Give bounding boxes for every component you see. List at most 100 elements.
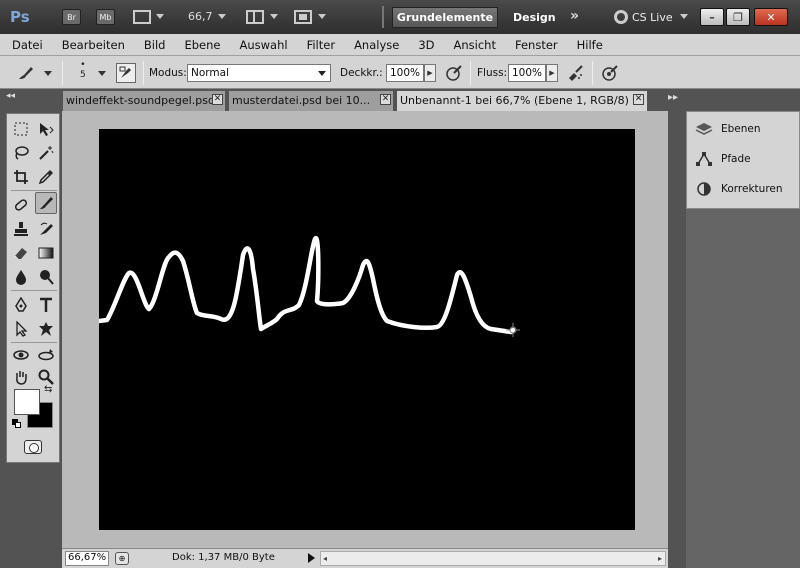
3d-rotate-icon[interactable] [10, 344, 32, 366]
tab-windeffekt[interactable]: windeffekt-soundpegel.psd [62, 90, 226, 111]
arrange-dropdown-icon[interactable] [270, 14, 278, 19]
blur-tool-icon[interactable] [10, 266, 32, 288]
move-tool-icon[interactable] [35, 118, 57, 140]
tools-collapse-icon[interactable]: ◂◂ [6, 91, 15, 101]
airbrush-icon[interactable] [566, 63, 586, 83]
scroll-right-icon[interactable]: ▸ [658, 554, 662, 563]
zoom-dropdown-icon[interactable] [218, 14, 226, 19]
view-extras-icon[interactable] [133, 10, 151, 24]
brush-picker[interactable]: • 5 [80, 60, 86, 80]
scroll-left-icon[interactable]: ◂ [323, 554, 327, 563]
3d-orbit-icon[interactable] [35, 344, 57, 366]
menu-bild[interactable]: Bild [144, 38, 166, 52]
tool-preset-dropdown-icon[interactable] [44, 71, 52, 76]
brush-size-value: 5 [80, 70, 86, 80]
deckkraft-label: Deckkr.: [340, 67, 383, 79]
quick-mask-button[interactable] [24, 440, 42, 454]
menu-fenster[interactable]: Fenster [515, 38, 558, 52]
adjustments-icon [697, 182, 711, 196]
deckkraft-slider-button[interactable]: ▶ [424, 64, 436, 82]
status-bar: 66,67% ⊕ Dok: 1,37 MB/0 Byte ◂ ▸ [62, 548, 668, 568]
brush-tool-icon[interactable] [35, 192, 57, 214]
menu-bearbeiten[interactable]: Bearbeiten [62, 38, 125, 52]
crop-tool-icon[interactable] [10, 166, 32, 188]
menu-auswahl[interactable]: Auswahl [239, 38, 287, 52]
workspace-more-icon[interactable]: » [570, 8, 579, 24]
menu-ansicht[interactable]: Ansicht [454, 38, 496, 52]
panels-expand-icon[interactable]: ▸▸ [668, 92, 678, 103]
tab-close-icon[interactable]: ✕ [633, 94, 644, 105]
cs-live-icon[interactable] [614, 10, 628, 24]
screen-mode-dropdown-icon[interactable] [318, 14, 326, 19]
pressure-opacity-icon[interactable] [444, 63, 464, 83]
tab-close-icon[interactable]: ✕ [380, 94, 391, 105]
minimize-button[interactable]: – [700, 8, 724, 26]
arrange-documents-icon[interactable] [246, 10, 264, 24]
pen-tool-icon[interactable] [10, 294, 32, 316]
status-info-icon[interactable]: ⊕ [115, 552, 129, 565]
custom-shape-icon[interactable] [35, 318, 57, 340]
foreground-color-swatch[interactable] [14, 389, 40, 415]
horizontal-scrollbar[interactable]: ◂ ▸ [320, 551, 666, 566]
magic-wand-icon[interactable] [35, 142, 57, 164]
minibridge-button[interactable]: Mb [96, 9, 115, 25]
panel-ebenen[interactable]: Ebenen [695, 118, 761, 140]
restore-button[interactable]: ❐ [726, 8, 750, 26]
dock-gap [668, 111, 686, 568]
eyedropper-icon[interactable] [35, 166, 57, 188]
cs-live-label[interactable]: CS Live [632, 11, 673, 24]
menu-hilfe[interactable]: Hilfe [577, 38, 603, 52]
path-selection-icon[interactable] [10, 318, 32, 340]
eraser-icon[interactable] [10, 242, 32, 264]
panel-pfade[interactable]: Pfade [695, 148, 751, 170]
hand-tool-icon[interactable] [10, 366, 32, 388]
clone-stamp-icon[interactable] [10, 218, 32, 240]
screen-mode-icon[interactable] [294, 10, 312, 24]
tool-preset-brush-icon[interactable] [16, 63, 36, 83]
healing-brush-icon[interactable] [10, 194, 32, 216]
panel-korrekturen[interactable]: Korrekturen [695, 178, 783, 200]
status-zoom-input[interactable]: 66,67% [65, 551, 109, 566]
tab-unbenannt[interactable]: Unbenannt-1 bei 66,7% (Ebene 1, RGB/8) * [396, 90, 648, 111]
photoshop-logo: Ps [10, 8, 30, 26]
bridge-button[interactable]: Br [62, 9, 81, 25]
tab-label: musterdatei.psd bei 10... [232, 94, 371, 107]
modus-select[interactable]: Normal [187, 64, 331, 82]
tab-musterdatei[interactable]: musterdatei.psd bei 10... [228, 90, 394, 111]
lasso-tool-icon[interactable] [10, 142, 32, 164]
marquee-tool-icon[interactable] [10, 118, 32, 140]
fluss-input[interactable]: 100% [508, 64, 546, 82]
tools-panel: ⇆ [6, 113, 60, 463]
menu-ebene[interactable]: Ebene [184, 38, 220, 52]
tab-close-icon[interactable]: ✕ [212, 94, 223, 105]
close-button[interactable]: ✕ [754, 8, 788, 26]
photoshop-window: Ps Br Mb 66,7 Grundelemente Design » CS … [0, 0, 800, 568]
gradient-icon[interactable] [35, 242, 57, 264]
type-tool-icon[interactable] [35, 294, 57, 316]
document-canvas[interactable] [96, 129, 635, 530]
brush-panel-toggle-icon[interactable] [116, 63, 136, 83]
pressure-size-icon[interactable] [600, 63, 620, 83]
brush-dropdown-icon[interactable] [98, 71, 106, 76]
workspace-grundelemente-button[interactable]: Grundelemente [392, 7, 498, 28]
canvas-area[interactable] [62, 111, 668, 548]
swap-colors-icon[interactable]: ⇆ [44, 384, 52, 395]
fluss-label: Fluss: [477, 67, 508, 79]
menu-3d[interactable]: 3D [418, 38, 434, 52]
default-colors-icon[interactable] [12, 419, 22, 429]
menu-datei[interactable]: Datei [12, 38, 43, 52]
panel-dock: Ebenen Pfade Korrekturen [686, 111, 800, 209]
view-extras-dropdown-icon[interactable] [156, 14, 164, 19]
options-separator [62, 61, 63, 85]
dodge-tool-icon[interactable] [35, 266, 57, 288]
menu-filter[interactable]: Filter [307, 38, 335, 52]
history-brush-icon[interactable] [35, 218, 57, 240]
menu-analyse[interactable]: Analyse [354, 38, 399, 52]
status-menu-arrow-icon[interactable] [308, 553, 315, 563]
workspace-design-button[interactable]: Design [513, 11, 556, 24]
fluss-slider-button[interactable]: ▶ [546, 64, 558, 82]
panel-label: Pfade [721, 153, 751, 165]
cs-live-dropdown-icon[interactable] [680, 14, 688, 19]
zoom-level[interactable]: 66,7 [188, 10, 213, 23]
deckkraft-input[interactable]: 100% [386, 64, 424, 82]
